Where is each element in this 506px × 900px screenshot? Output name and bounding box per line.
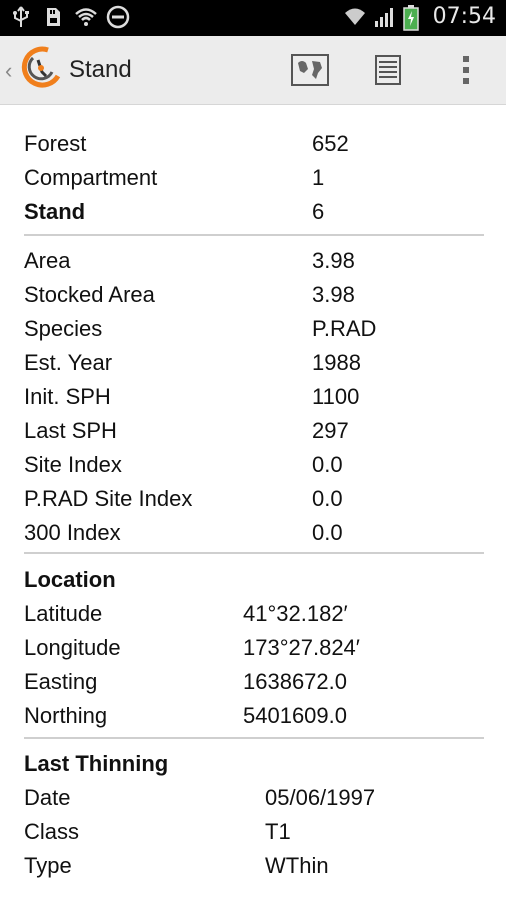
last-sph-value: 297 xyxy=(312,418,349,443)
prad-site-index-row: P.RAD Site Index 0.0 xyxy=(24,482,484,516)
longitude-row: Longitude 173°27.824′ xyxy=(24,631,484,665)
latitude-value: 41°32.182′ xyxy=(243,601,348,626)
last-sph-row: Last SPH 297 xyxy=(24,414,484,448)
northing-row: Northing 5401609.0 xyxy=(24,699,484,733)
forest-value: 652 xyxy=(312,131,349,156)
list-icon xyxy=(375,55,401,85)
index-300-value: 0.0 xyxy=(312,520,343,545)
section-divider xyxy=(24,234,484,236)
easting-label: Easting xyxy=(24,669,98,694)
app-logo-icon[interactable] xyxy=(18,46,64,92)
overflow-menu-button[interactable] xyxy=(444,48,488,92)
class-label: Class xyxy=(24,819,80,844)
index-300-row: 300 Index 0.0 xyxy=(24,516,484,550)
easting-value: 1638672.0 xyxy=(243,669,347,694)
stocked-area-row: Stocked Area 3.98 xyxy=(24,278,484,312)
stocked-area-label: Stocked Area xyxy=(24,282,155,307)
stocked-area-value: 3.98 xyxy=(312,282,355,307)
stand-label: Stand xyxy=(24,199,86,224)
site-index-row: Site Index 0.0 xyxy=(24,448,484,482)
easting-row: Easting 1638672.0 xyxy=(24,665,484,699)
northing-label: Northing xyxy=(24,703,108,728)
class-row: Class T1 xyxy=(24,815,484,849)
action-bar: ‹ Stand xyxy=(0,36,506,105)
cell-signal-icon xyxy=(373,5,395,29)
location-heading-row: Location xyxy=(24,563,484,597)
latitude-label: Latitude xyxy=(24,601,103,626)
status-right-icons: 07:54 xyxy=(343,4,496,31)
section-divider xyxy=(24,737,484,739)
up-caret-icon[interactable]: ‹ xyxy=(5,58,12,84)
wifi-signal-icon xyxy=(343,5,365,29)
est-year-row: Est. Year 1988 xyxy=(24,346,484,380)
wifi-icon xyxy=(74,5,97,29)
type-value: WThin xyxy=(265,853,329,878)
compartment-value: 1 xyxy=(312,165,325,190)
sd-card-icon xyxy=(42,5,64,29)
status-left-icons xyxy=(10,5,130,29)
date-value: 05/06/1997 xyxy=(265,785,376,810)
stand-value: 6 xyxy=(312,199,325,224)
northing-value: 5401609.0 xyxy=(243,703,347,728)
longitude-label: Longitude xyxy=(24,635,121,660)
battery-charging-icon xyxy=(402,4,425,31)
location-heading: Location xyxy=(24,567,116,592)
index-300-label: 300 Index xyxy=(24,520,121,545)
compartment-label: Compartment xyxy=(24,165,158,190)
last-thinning-heading-row: Last Thinning xyxy=(24,747,484,781)
status-bar: 07:54 xyxy=(0,0,506,36)
overflow-menu-icon xyxy=(463,56,469,84)
status-clock: 07:54 xyxy=(432,4,496,29)
last-sph-label: Last SPH xyxy=(24,418,117,443)
species-label: Species xyxy=(24,316,103,341)
forest-row: Forest 652 xyxy=(24,127,484,161)
species-row: Species P.RAD xyxy=(24,312,484,346)
date-row: Date 05/06/1997 xyxy=(24,781,484,815)
list-button[interactable] xyxy=(366,48,410,92)
site-index-value: 0.0 xyxy=(312,452,343,477)
area-value: 3.98 xyxy=(312,248,355,273)
prad-site-index-label: P.RAD Site Index xyxy=(24,486,193,511)
compartment-row: Compartment 1 xyxy=(24,161,484,195)
section-divider xyxy=(24,552,484,554)
prad-site-index-value: 0.0 xyxy=(312,486,343,511)
init-sph-row: Init. SPH 1100 xyxy=(24,380,484,414)
est-year-label: Est. Year xyxy=(24,350,113,375)
latitude-row: Latitude 41°32.182′ xyxy=(24,597,484,631)
page-title: Stand xyxy=(69,56,132,83)
last-thinning-heading: Last Thinning xyxy=(24,751,169,776)
type-label: Type xyxy=(24,853,72,878)
forest-label: Forest xyxy=(24,131,87,156)
init-sph-value: 1100 xyxy=(312,384,360,409)
class-value: T1 xyxy=(265,819,291,844)
longitude-value: 173°27.824′ xyxy=(243,635,360,660)
type-row: Type WThin xyxy=(24,849,484,883)
area-row: Area 3.98 xyxy=(24,244,484,278)
area-label: Area xyxy=(24,248,71,273)
init-sph-label: Init. SPH xyxy=(24,384,111,409)
stand-row: Stand 6 xyxy=(24,195,484,229)
map-icon xyxy=(291,54,329,86)
site-index-label: Site Index xyxy=(24,452,122,477)
species-value: P.RAD xyxy=(312,316,377,341)
map-button[interactable] xyxy=(288,48,332,92)
est-year-value: 1988 xyxy=(312,350,361,375)
date-label: Date xyxy=(24,785,71,810)
usb-icon xyxy=(10,5,32,29)
do-not-disturb-icon xyxy=(106,5,130,29)
